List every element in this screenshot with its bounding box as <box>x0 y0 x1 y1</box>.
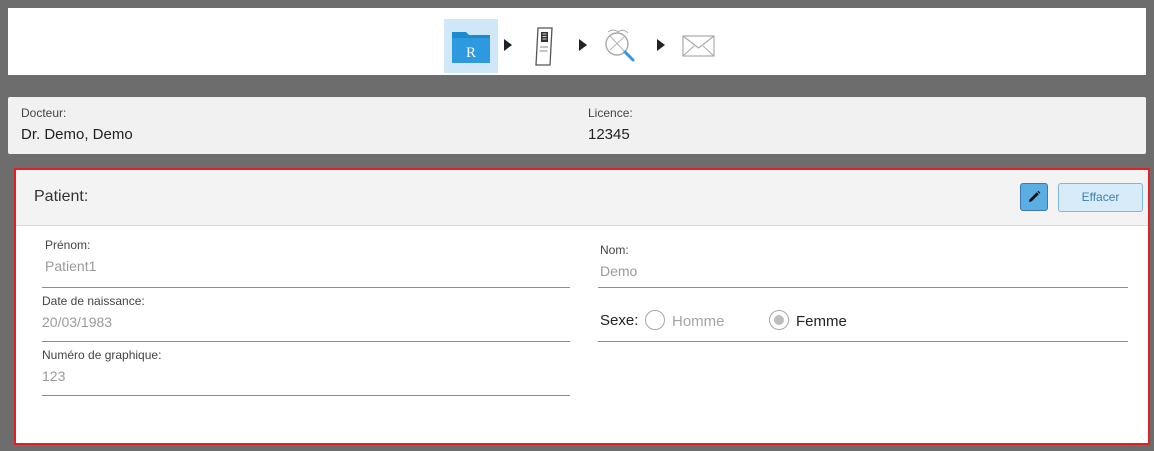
radio-male[interactable] <box>645 310 665 330</box>
license-label: Licence: <box>588 106 633 120</box>
scan-step-button[interactable] <box>518 19 572 73</box>
license-value: 12345 <box>588 126 630 143</box>
chart-number-field[interactable]: Numéro de graphique: 123 <box>42 348 570 396</box>
doctor-value: Dr. Demo, Demo <box>21 126 133 143</box>
sex-label: Sexe: <box>600 312 639 329</box>
svg-text:R: R <box>466 45 476 61</box>
birth-date-value: 20/03/1983 <box>42 314 113 330</box>
sex-field: Sexe: Homme Femme <box>598 309 1128 342</box>
chart-number-value: 123 <box>42 368 66 384</box>
doctor-label: Docteur: <box>21 106 67 120</box>
step-arrow-icon <box>504 39 512 51</box>
doctor-field: Docteur: Dr. Demo, Demo <box>21 106 133 144</box>
step-arrow-icon <box>579 39 587 51</box>
edit-patient-button[interactable] <box>1020 183 1048 211</box>
last-name-field[interactable]: Nom: Demo <box>598 243 1128 288</box>
radio-female[interactable] <box>769 310 789 330</box>
workflow-steps: R <box>8 8 1146 75</box>
first-name-value: Patient1 <box>45 258 97 274</box>
birth-date-label: Date de naissance: <box>42 294 145 308</box>
rx-folder-icon: R <box>452 32 490 63</box>
send-step-button[interactable] <box>672 19 726 73</box>
clear-button[interactable]: Effacer <box>1058 183 1143 212</box>
view-step-button[interactable] <box>593 19 647 73</box>
first-name-field[interactable]: Prénom: Patient1 <box>42 238 570 288</box>
doctor-info-panel: Docteur: Dr. Demo, Demo Licence: 12345 <box>8 97 1146 154</box>
radio-selected-dot <box>774 315 784 325</box>
rx-step-button[interactable]: R <box>444 19 498 73</box>
patient-title: Patient: <box>34 188 89 205</box>
envelope-icon <box>682 35 715 57</box>
workflow-toolbar: R <box>8 8 1146 75</box>
chart-number-label: Numéro de graphique: <box>42 348 162 362</box>
birth-date-field[interactable]: Date de naissance: 20/03/1983 <box>42 294 570 342</box>
patient-header: Patient: Effacer <box>16 170 1148 226</box>
scanner-icon <box>535 27 553 66</box>
license-field: Licence: 12345 <box>588 106 633 144</box>
step-arrow-icon <box>657 39 665 51</box>
magnifier-icon <box>605 29 635 62</box>
patient-panel: Patient: Effacer Prénom: Patient1 Nom: D… <box>14 168 1150 445</box>
first-name-label: Prénom: <box>45 238 91 252</box>
pencil-icon <box>1029 190 1041 202</box>
last-name-label: Nom: <box>600 243 629 257</box>
radio-male-label[interactable]: Homme <box>672 313 725 330</box>
last-name-value: Demo <box>600 263 638 279</box>
radio-female-label[interactable]: Femme <box>796 313 847 330</box>
